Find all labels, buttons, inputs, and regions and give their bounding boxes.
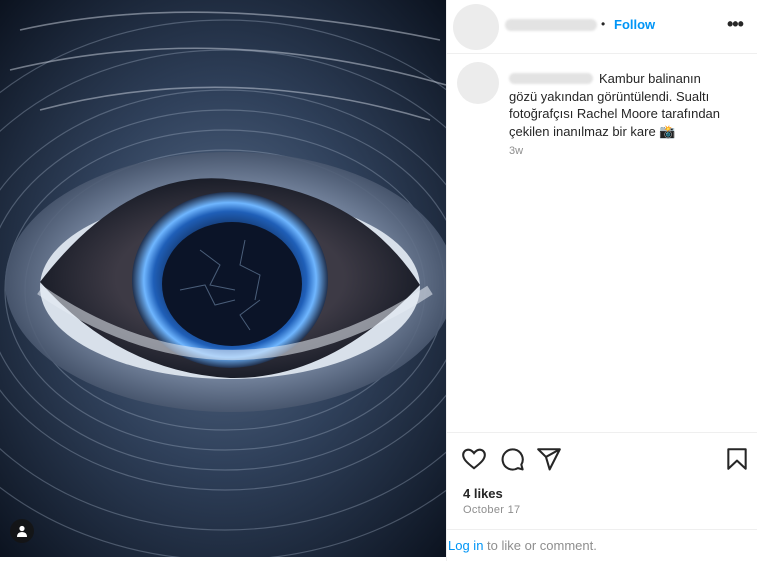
heart-icon[interactable] — [461, 446, 487, 472]
post-image[interactable] — [0, 0, 446, 557]
post-sidebar: • Follow ••• Kambur balinanın gözü yakın… — [446, 0, 757, 561]
author-avatar[interactable] — [453, 4, 499, 50]
more-options-icon[interactable]: ••• — [727, 14, 744, 35]
likes-count[interactable]: 4 likes — [463, 486, 503, 501]
share-icon[interactable] — [536, 446, 562, 472]
follow-button[interactable]: Follow — [614, 17, 655, 32]
login-prompt: Log in to like or comment. — [447, 529, 757, 561]
action-bar — [447, 432, 757, 482]
login-prompt-text: to like or comment. — [483, 538, 597, 553]
caption-text-block: Kambur balinanın gözü yakından görüntüle… — [509, 70, 731, 140]
commenter-avatar[interactable] — [457, 62, 499, 104]
instagram-post: • Follow ••• Kambur balinanın gözü yakın… — [0, 0, 757, 561]
comment-timestamp[interactable]: 3w — [509, 145, 523, 157]
post-date[interactable]: October 17 — [463, 504, 520, 516]
post-header: • Follow ••• — [447, 0, 757, 54]
comment-icon[interactable] — [499, 446, 525, 472]
whale-eye-photo — [0, 0, 446, 557]
user-icon — [17, 525, 27, 537]
bookmark-icon[interactable] — [724, 446, 750, 472]
commenter-username-blurred[interactable] — [509, 73, 593, 84]
login-link[interactable]: Log in — [448, 538, 483, 553]
separator-dot: • — [601, 17, 606, 31]
author-username-blurred[interactable] — [505, 19, 597, 31]
tagged-users-button[interactable] — [10, 519, 34, 543]
